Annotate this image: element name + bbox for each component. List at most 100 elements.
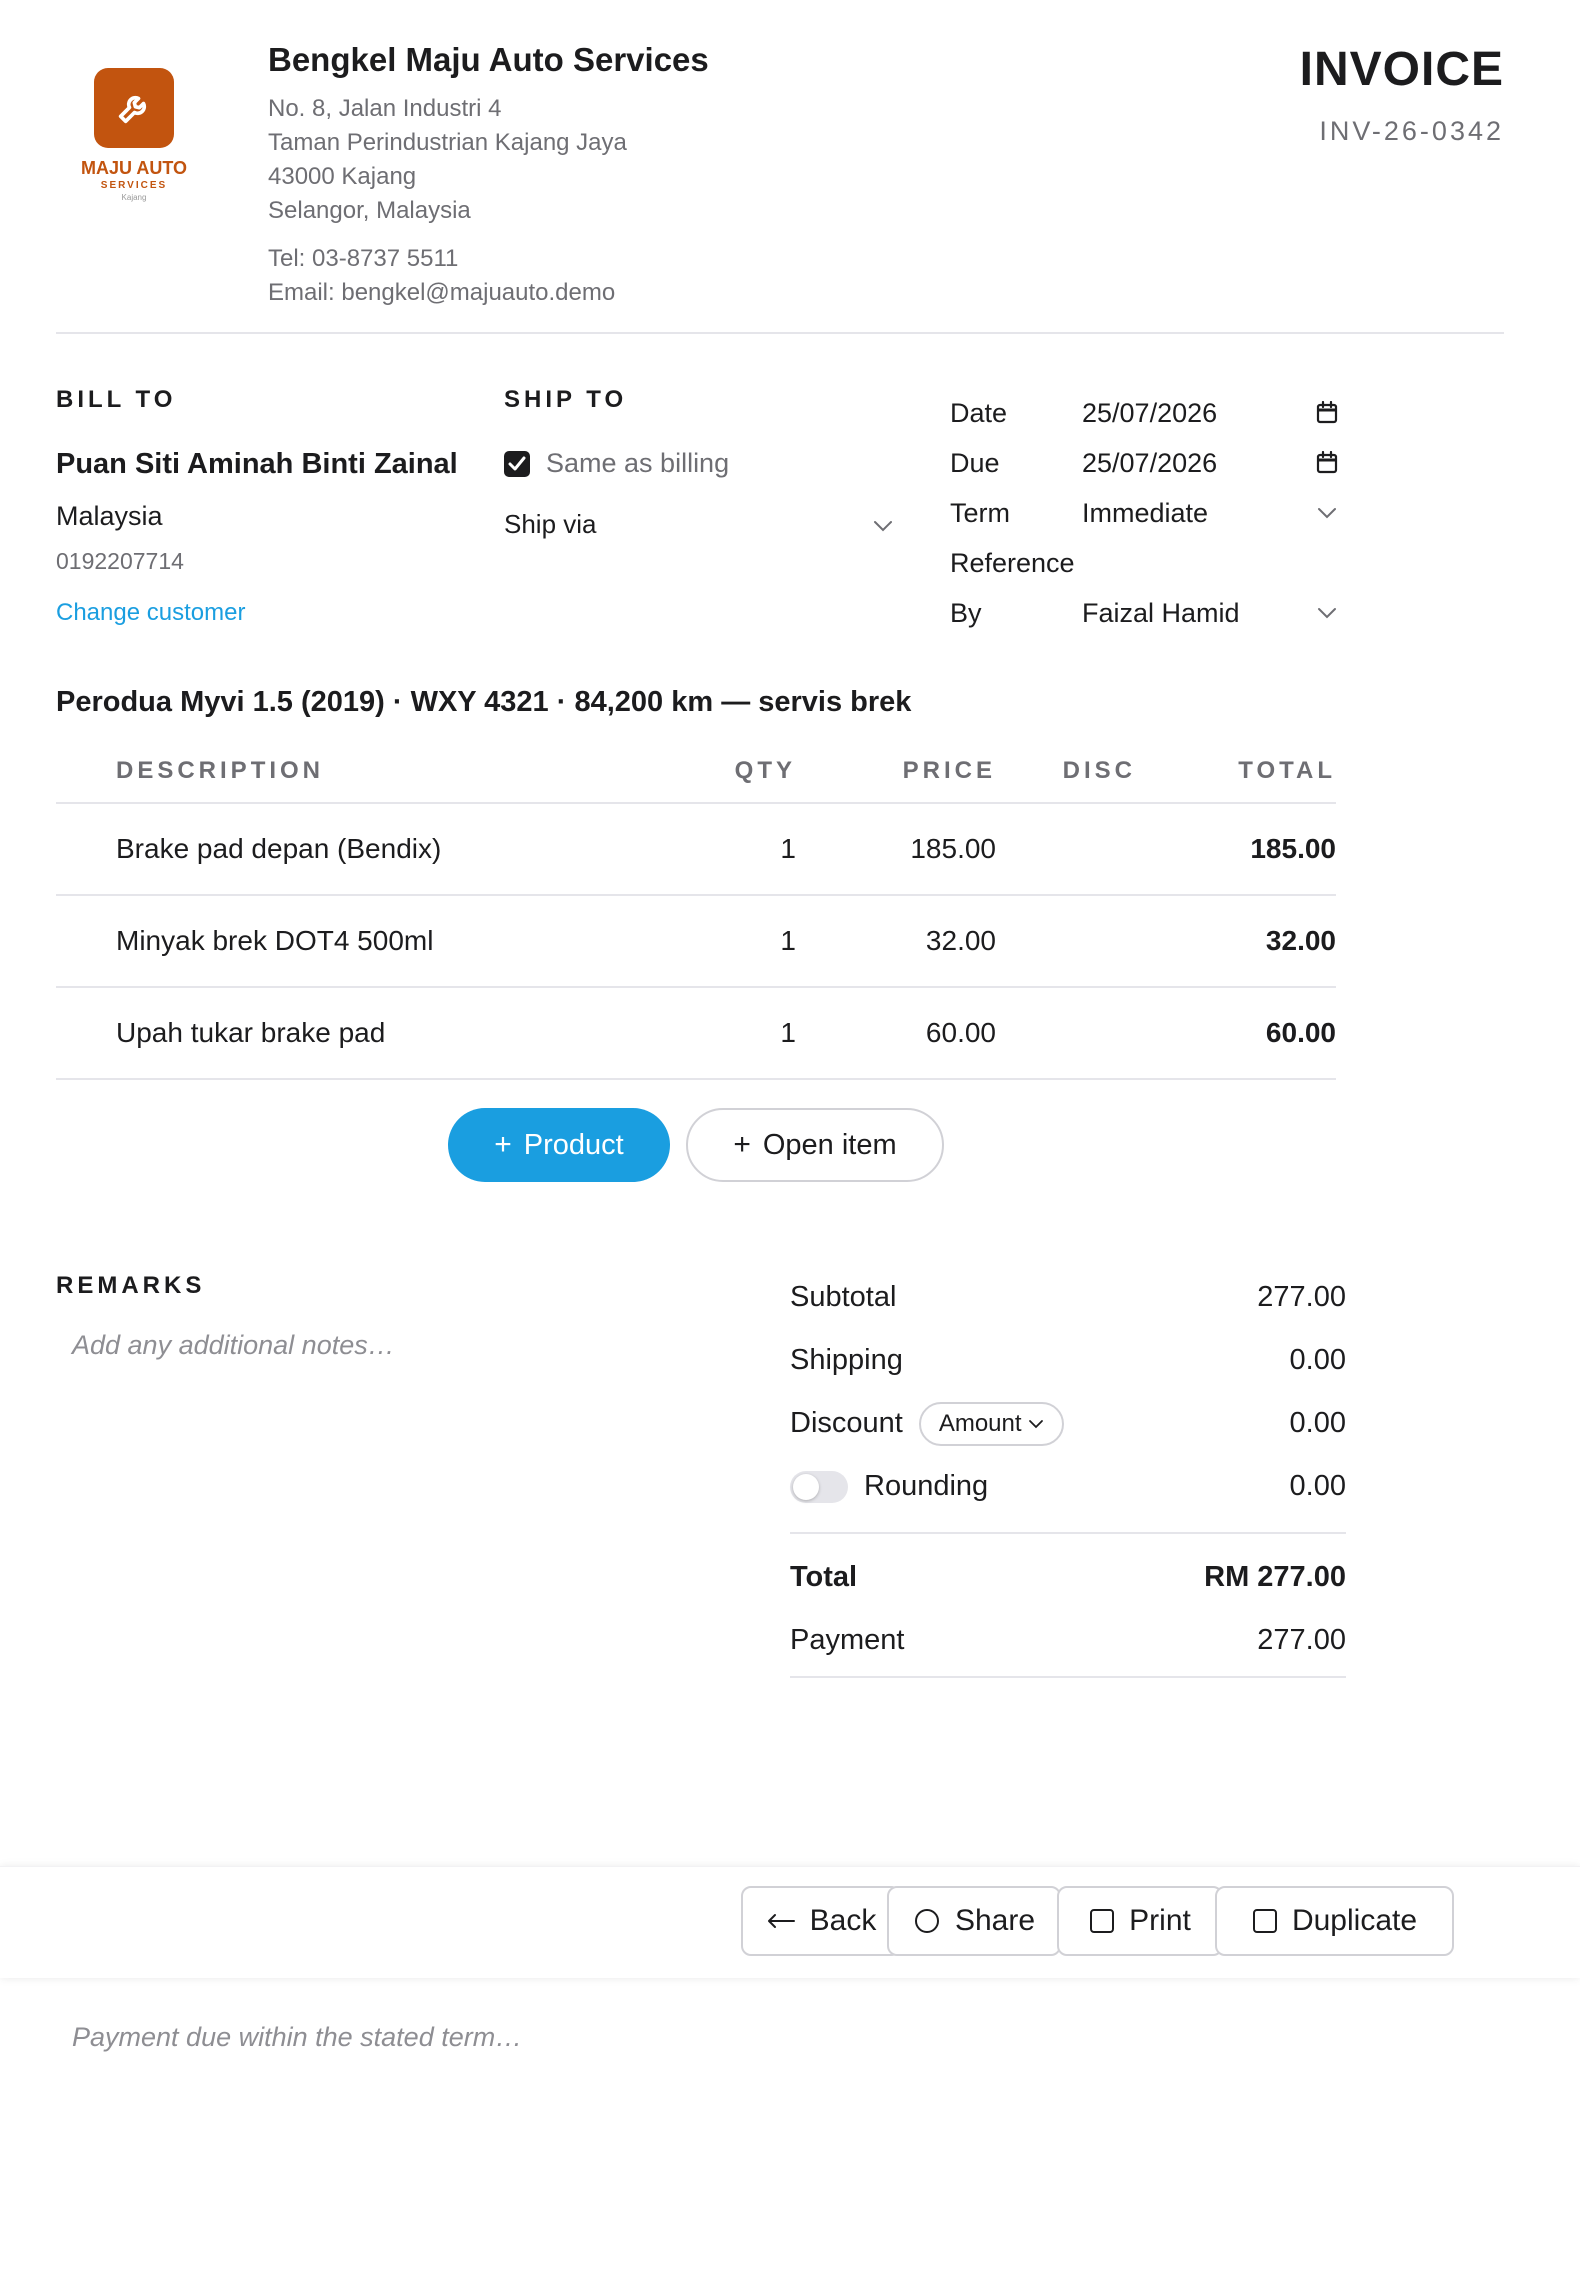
calendar-icon[interactable] <box>1314 451 1340 475</box>
checkbox-checked-icon[interactable] <box>504 450 530 477</box>
item-description[interactable]: Brake pad depan (Bendix) <box>56 833 656 865</box>
ship-via-label: Ship via <box>504 509 597 539</box>
add-open-item-label: Open item <box>762 1128 897 1161</box>
company-name: Bengkel Maju Auto Services <box>268 41 709 78</box>
terms-input[interactable]: Payment due within the stated term… <box>72 2022 522 2053</box>
vehicle-title: Perodua Myvi 1.5 (2019) · WXY 4321 · 84,… <box>56 686 912 718</box>
same-as-billing-label: Same as billing <box>546 448 730 478</box>
item-price[interactable]: 32.00 <box>796 925 996 957</box>
customer-country: Malaysia <box>56 501 163 531</box>
chevron-down-icon <box>1314 506 1340 520</box>
address-line: Taman Perindustrian Kajang Jaya <box>268 129 627 156</box>
header-divider <box>56 332 1504 334</box>
duplicate-button[interactable]: Duplicate <box>1215 1886 1454 1956</box>
discount-row[interactable]: Discount Amount 0.00 <box>790 1392 1346 1455</box>
add-open-item-button[interactable]: + Open item <box>686 1108 944 1182</box>
company-logo: MAJU AUTO SERVICES Kajang <box>74 64 194 214</box>
by-value[interactable]: Faizal Hamid <box>1082 598 1314 629</box>
item-description[interactable]: Upah tukar brake pad <box>56 1017 656 1049</box>
same-as-billing-checkbox[interactable]: Same as billing <box>504 448 894 479</box>
header-price: PRICE <box>902 757 996 784</box>
change-customer-link[interactable]: Change customer <box>56 599 458 627</box>
invoice-meta: Date 25/07/2026 Due 25/07/2026 Term Imme… <box>950 388 1340 638</box>
wrench-icon <box>94 68 174 148</box>
term-value[interactable]: Immediate <box>1082 498 1314 529</box>
rounding-label: Rounding <box>864 1470 989 1502</box>
company-contact: Tel: 03-8737 5511 Email: bengkel@majuaut… <box>268 242 709 310</box>
header-qty: QTY <box>734 757 796 784</box>
shipping-row[interactable]: Shipping 0.00 <box>790 1329 1346 1392</box>
ship-to-label: SHIP TO <box>504 386 628 413</box>
item-total: 32.00 <box>1265 925 1336 956</box>
back-button[interactable]: Back <box>741 1886 901 1956</box>
address-line: Selangor, Malaysia <box>268 197 471 224</box>
total-label: Total <box>790 1561 858 1593</box>
header-description: DESCRIPTION <box>116 757 325 784</box>
due-field[interactable]: Due 25/07/2026 <box>950 438 1340 488</box>
totals-panel: Subtotal 277.00 Shipping 0.00 Discount A… <box>790 1266 1346 1678</box>
company-info: Bengkel Maju Auto Services No. 8, Jalan … <box>268 40 709 310</box>
customer-phone: 0192207714 <box>56 548 184 574</box>
table-row[interactable]: Brake pad depan (Bendix) 1 185.00 185.00 <box>56 804 1336 896</box>
rounding-value: 0.00 <box>1289 1470 1346 1502</box>
payment-value[interactable]: 277.00 <box>1257 1624 1346 1657</box>
discount-type-select[interactable]: Amount <box>918 1401 1064 1446</box>
rounding-row[interactable]: Rounding 0.00 <box>790 1455 1346 1518</box>
by-select[interactable]: By Faizal Hamid <box>950 588 1340 638</box>
header-disc: DISC <box>1062 757 1136 784</box>
bill-to-section: BILL TO Puan Siti Aminah Binti Zainal Ma… <box>56 386 458 627</box>
invoice-title: INVOICE <box>1299 43 1504 96</box>
plus-icon: + <box>494 1128 512 1161</box>
ship-via-select[interactable]: Ship via <box>504 509 894 540</box>
line-items-table: DESCRIPTION QTY PRICE DISC TOTAL Brake p… <box>56 740 1336 1080</box>
item-total: 185.00 <box>1250 833 1336 864</box>
table-header: DESCRIPTION QTY PRICE DISC TOTAL <box>56 740 1336 804</box>
address-line: No. 8, Jalan Industri 4 <box>268 95 502 122</box>
discount-value[interactable]: 0.00 <box>1290 1407 1346 1440</box>
item-total: 60.00 <box>1265 1017 1336 1048</box>
item-qty[interactable]: 1 <box>656 1017 796 1049</box>
rounding-toggle[interactable] <box>790 1470 848 1503</box>
share-label: Share <box>954 1904 1036 1937</box>
table-row[interactable]: Minyak brek DOT4 500ml 1 32.00 32.00 <box>56 896 1336 988</box>
term-select[interactable]: Term Immediate <box>950 488 1340 538</box>
share-button[interactable]: Share <box>887 1886 1061 1956</box>
date-value[interactable]: 25/07/2026 <box>1082 398 1314 429</box>
header-total: TOTAL <box>1238 757 1336 784</box>
table-row[interactable]: Upah tukar brake pad 1 60.00 60.00 <box>56 988 1336 1080</box>
company-email: Email: bengkel@majuauto.demo <box>268 279 616 306</box>
company-tel: Tel: 03-8737 5511 <box>268 245 459 272</box>
item-price[interactable]: 60.00 <box>796 1017 996 1049</box>
date-field[interactable]: Date 25/07/2026 <box>950 388 1340 438</box>
subtotal-label: Subtotal <box>790 1281 897 1313</box>
add-product-button[interactable]: + Product <box>448 1108 670 1182</box>
reference-label: Reference <box>950 547 1075 578</box>
chevron-down-icon <box>1314 606 1340 620</box>
shipping-label: Shipping <box>790 1344 903 1376</box>
payment-label: Payment <box>790 1624 905 1656</box>
address-line: 43000 Kajang <box>268 163 417 190</box>
bill-to-label: BILL TO <box>56 386 177 413</box>
print-button[interactable]: Print <box>1057 1886 1223 1956</box>
payment-row[interactable]: Payment 277.00 <box>790 1609 1346 1672</box>
item-qty[interactable]: 1 <box>656 925 796 957</box>
remarks-label: REMARKS <box>56 1272 206 1299</box>
add-product-label: Product <box>523 1128 624 1161</box>
date-label: Date <box>950 397 1008 428</box>
due-value[interactable]: 25/07/2026 <box>1082 448 1314 479</box>
share-icon <box>914 1909 939 1933</box>
toggle-knob <box>793 1473 819 1500</box>
item-description[interactable]: Minyak brek DOT4 500ml <box>56 925 656 957</box>
by-label: By <box>950 597 982 628</box>
ship-to-section: SHIP TO Same as billing Ship via <box>504 386 894 540</box>
item-qty[interactable]: 1 <box>656 833 796 865</box>
duplicate-icon <box>1252 1909 1277 1933</box>
logo-name: MAJU AUTO <box>80 158 187 178</box>
shipping-value[interactable]: 0.00 <box>1290 1344 1346 1377</box>
print-label: Print <box>1129 1904 1191 1937</box>
remarks-input[interactable]: Add any additional notes… <box>72 1330 395 1361</box>
item-price[interactable]: 185.00 <box>796 833 996 865</box>
reference-field[interactable]: Reference <box>950 538 1340 588</box>
plus-icon: + <box>733 1128 751 1161</box>
calendar-icon[interactable] <box>1314 401 1340 425</box>
